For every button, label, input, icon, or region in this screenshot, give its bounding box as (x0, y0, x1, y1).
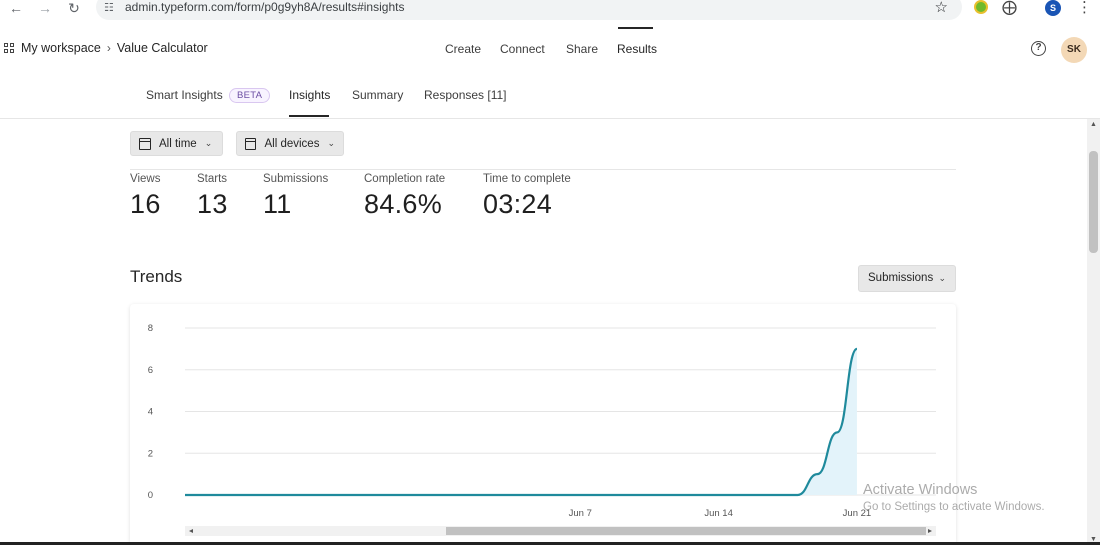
breadcrumb-workspace[interactable]: My workspace (21, 41, 101, 55)
y-tick-label: 8 (148, 323, 153, 334)
help-icon[interactable]: ? (1031, 41, 1046, 56)
stat-completion-rate-value: 84.6% (364, 189, 443, 219)
browser-toolbar: ← → ↻ ☷ admin.typeform.com/form/p0g9yh8A… (0, 0, 1100, 24)
trends-chart-card: 0 2 4 6 8 Jun 7 Jun 14 Jun 21 (130, 304, 956, 545)
tab-smart-insights[interactable]: Smart Insights (146, 88, 223, 102)
back-arrow-icon[interactable]: ← (6, 0, 26, 16)
user-avatar[interactable]: SK (1061, 37, 1087, 63)
extensions-puzzle-icon[interactable]: ⨁ (1002, 0, 1017, 16)
bookmark-star-icon[interactable]: ☆ (935, 0, 948, 16)
stat-starts-label: Starts (197, 173, 228, 185)
trend-metric-dropdown[interactable]: Submissions ⌄ (858, 265, 956, 292)
time-filter-dropdown[interactable]: All time ⌄ (130, 131, 223, 156)
y-tick-label: 4 (148, 407, 153, 418)
tab-active-indicator (289, 115, 329, 117)
url-text[interactable]: admin.typeform.com/form/p0g9yh8A/results… (125, 0, 404, 14)
reload-icon[interactable]: ↻ (64, 0, 84, 16)
extension-icon[interactable] (974, 0, 988, 14)
beta-badge: BETA (229, 88, 271, 103)
nav-results[interactable]: Results (617, 42, 657, 56)
stat-submissions-label: Submissions (263, 173, 329, 185)
time-filter-label: All time (159, 137, 197, 150)
stat-starts-value: 13 (197, 189, 228, 219)
tab-responses[interactable]: Responses [11] (424, 88, 507, 102)
stat-completion-rate-label: Completion rate (364, 173, 446, 185)
chevron-down-icon: ⌄ (204, 138, 213, 148)
chevron-down-icon: ⌄ (327, 138, 335, 148)
tab-summary[interactable]: Summary (352, 88, 403, 102)
devices-icon (245, 137, 257, 150)
nav-share[interactable]: Share (566, 42, 598, 56)
chart-scrollbar-thumb[interactable] (446, 527, 926, 535)
y-tick-label: 2 (148, 448, 153, 459)
page-scrollbar[interactable]: ▲ ▼ (1087, 119, 1100, 545)
device-filter-dropdown[interactable]: All devices ⌄ (236, 131, 344, 156)
results-subtabs: Smart Insights BETA Insights Summary Res… (0, 71, 1100, 119)
watermark-subtitle: Go to Settings to activate Windows. (863, 501, 1045, 513)
scroll-up-icon[interactable]: ▲ (1090, 121, 1097, 128)
series-area (185, 348, 857, 495)
address-bar[interactable]: ☷ admin.typeform.com/form/p0g9yh8A/resul… (96, 0, 962, 20)
stat-views-label: Views (130, 173, 161, 185)
tab-insights[interactable]: Insights (289, 88, 330, 102)
x-tick-label: Jun 7 (569, 508, 592, 519)
device-filter-label: All devices (264, 137, 320, 150)
trend-metric-label: Submissions (868, 272, 934, 284)
nav-connect[interactable]: Connect (500, 42, 545, 56)
divider (130, 169, 956, 170)
browser-profile-avatar[interactable]: S (1045, 0, 1061, 16)
series-line (185, 347, 859, 497)
stat-time-to-complete-label: Time to complete (483, 173, 571, 185)
x-tick-label: Jun 14 (704, 508, 733, 519)
nav-create[interactable]: Create (445, 42, 481, 56)
watermark-title: Activate Windows (863, 482, 978, 498)
chevron-down-icon: ⌄ (938, 273, 946, 283)
trends-chart: 02468Jun 7 Jun 14 Jun 21 (148, 323, 936, 536)
y-tick-label: 0 (148, 490, 153, 501)
forward-arrow-icon[interactable]: → (35, 0, 55, 16)
chevron-right-icon: › (106, 41, 111, 55)
calendar-icon (139, 137, 151, 150)
breadcrumb-form-name[interactable]: Value Calculator (117, 41, 208, 55)
y-tick-label: 6 (148, 365, 153, 376)
nav-active-indicator (618, 27, 653, 29)
stat-time-to-complete-value: 03:24 (483, 189, 553, 219)
browser-menu-icon[interactable]: ⋮ (1077, 0, 1092, 16)
scrollbar-thumb[interactable] (1089, 151, 1098, 253)
breadcrumb: My workspace › Value Calculator (4, 41, 208, 55)
workspace-grid-icon[interactable] (4, 42, 15, 54)
trends-title: Trends (130, 267, 183, 286)
windows-activation-watermark: Activate Windows Go to Settings to activ… (863, 482, 1045, 513)
app-header: My workspace › Value Calculator Create C… (0, 27, 1100, 71)
site-settings-icon[interactable]: ☷ (104, 2, 116, 14)
stat-views-value: 16 (130, 189, 161, 219)
stat-submissions-value: 11 (263, 189, 292, 219)
